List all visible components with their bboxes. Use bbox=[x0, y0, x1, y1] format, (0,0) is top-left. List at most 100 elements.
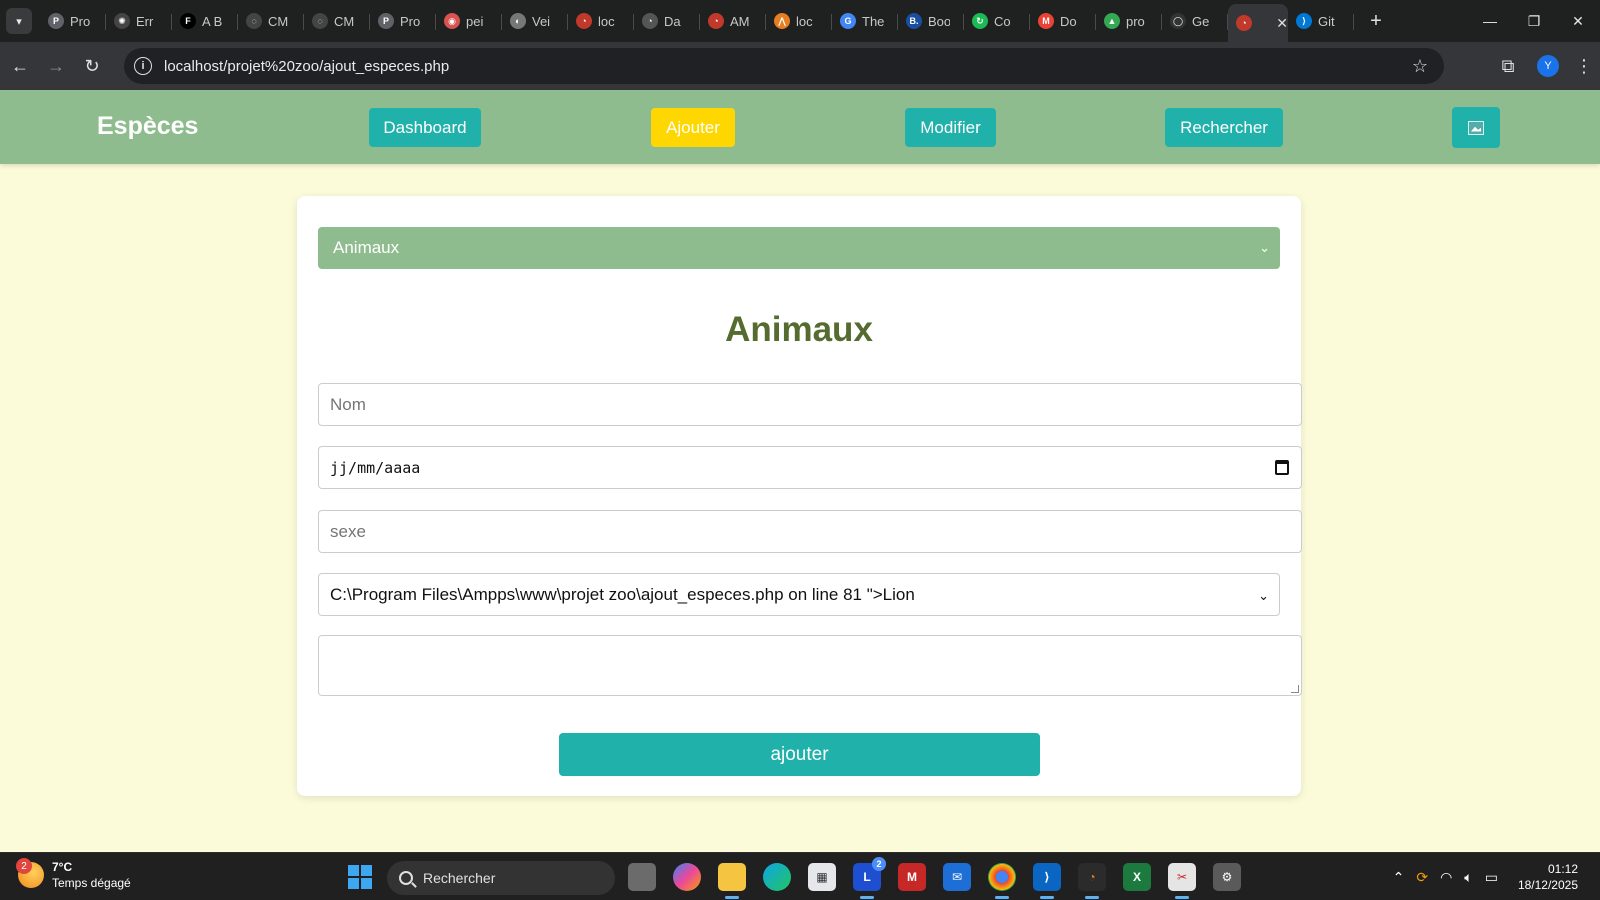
species-type-value: Animaux bbox=[333, 238, 400, 257]
tab-favicon-icon: ⟩ bbox=[1296, 13, 1312, 29]
mail-badge: 2 bbox=[872, 857, 886, 871]
resize-grip-icon[interactable] bbox=[1291, 685, 1299, 693]
close-tab-icon[interactable]: ✕ bbox=[1276, 15, 1288, 32]
species-type-select[interactable]: Animaux ⌄ bbox=[318, 227, 1280, 269]
browser-tab[interactable]: ◯ Ge bbox=[1162, 4, 1228, 38]
windows-taskbar: 2 7°C Temps dégagé Rechercher ▦ L2 M ✉ ⟩… bbox=[0, 852, 1600, 900]
browser-tab[interactable]: ◔ AM bbox=[700, 4, 766, 38]
back-arrow-icon[interactable]: ← bbox=[2, 48, 38, 84]
bookmark-star-icon[interactable]: ☆ bbox=[1412, 56, 1428, 77]
extensions-puzzle-icon[interactable]: ⧉ bbox=[1488, 56, 1528, 77]
window-controls: — ❐ ✕ bbox=[1468, 0, 1600, 42]
tab-favicon-icon: P bbox=[378, 13, 394, 29]
browser-tab-strip: ▾ P Pro ✺ Err F A B ◌ CM ◌ CM P Pro ◉ pei ◐ Vei ◔ loc ◔ Da ◔… bbox=[0, 0, 1600, 42]
url-text[interactable]: localhost/projet%20zoo/ajout_especes.php bbox=[164, 58, 449, 75]
tab-favicon-icon: M bbox=[1038, 13, 1054, 29]
enclos-select[interactable]: C:\Program Files\Ampps\www\projet zoo\aj… bbox=[318, 573, 1280, 616]
store-icon[interactable]: ▦ bbox=[808, 863, 836, 891]
tab-favicon-icon: ◐ bbox=[510, 13, 526, 29]
tab-list: P Pro ✺ Err F A B ◌ CM ◌ CM P Pro ◉ pei ◐ Vei ◔ loc ◔ Da ◔ AM… bbox=[40, 0, 1354, 42]
browser-tab[interactable]: ✺ Err bbox=[106, 4, 172, 38]
profile-avatar[interactable]: Y bbox=[1537, 55, 1559, 77]
browser-tab[interactable]: G The bbox=[832, 4, 898, 38]
ampps-icon[interactable]: ◔ bbox=[1078, 863, 1106, 899]
forward-arrow-icon[interactable]: → bbox=[38, 48, 74, 84]
browser-tab[interactable]: ◔ ✕ bbox=[1228, 4, 1288, 42]
nav-image-button[interactable] bbox=[1452, 107, 1500, 148]
new-tab-button[interactable]: + bbox=[1364, 10, 1388, 33]
tab-search-chevron-icon[interactable]: ▾ bbox=[6, 8, 32, 34]
clock[interactable]: 01:12 18/12/2025 bbox=[1518, 861, 1578, 893]
browser-tab[interactable]: ⋀ loc bbox=[766, 4, 832, 38]
browser-tab[interactable]: ⟩ Git bbox=[1288, 4, 1354, 38]
calendar-icon[interactable] bbox=[1275, 460, 1289, 475]
nav-ajouter-button[interactable]: Ajouter bbox=[651, 108, 735, 147]
tab-title: Git bbox=[1318, 13, 1335, 29]
form-title: Animaux bbox=[725, 310, 873, 349]
tab-title: Co bbox=[994, 13, 1011, 29]
ajouter-submit-button[interactable]: ajouter bbox=[559, 733, 1040, 776]
tab-title: Ge bbox=[1192, 13, 1210, 29]
windows-start-icon[interactable] bbox=[348, 865, 372, 889]
mcafee-icon[interactable]: M bbox=[898, 863, 926, 891]
edge-icon[interactable] bbox=[763, 863, 791, 891]
linkedin-icon[interactable]: L2 bbox=[853, 857, 886, 899]
nom-input[interactable]: Nom bbox=[318, 383, 1302, 426]
chrome-icon[interactable] bbox=[988, 863, 1016, 899]
browser-tab[interactable]: M Do bbox=[1030, 4, 1096, 38]
excel-icon[interactable]: X bbox=[1123, 863, 1151, 891]
temperature: 7°C bbox=[52, 860, 73, 874]
minimize-icon[interactable]: — bbox=[1468, 0, 1512, 42]
tab-title: A B bbox=[202, 13, 223, 29]
description-textarea[interactable] bbox=[318, 635, 1302, 696]
file-explorer-icon[interactable] bbox=[718, 863, 746, 899]
restore-icon[interactable]: ❐ bbox=[1512, 0, 1556, 42]
sync-icon[interactable]: ⟳ bbox=[1416, 869, 1428, 886]
wifi-icon[interactable]: ◠ bbox=[1440, 869, 1452, 886]
browser-tab[interactable]: ▲ pro bbox=[1096, 4, 1162, 38]
volume-icon[interactable]: 🔈︎ bbox=[1464, 869, 1472, 886]
close-window-icon[interactable]: ✕ bbox=[1556, 0, 1600, 42]
broken-image-icon bbox=[1468, 120, 1484, 135]
taskbar-search[interactable]: Rechercher bbox=[387, 861, 615, 895]
copilot-icon[interactable] bbox=[673, 863, 701, 891]
tab-title: CM bbox=[334, 13, 355, 29]
tab-title: CM bbox=[268, 13, 289, 29]
reload-icon[interactable]: ↻ bbox=[74, 48, 110, 84]
site-info-icon[interactable]: i bbox=[134, 57, 152, 75]
browser-menu-icon[interactable]: ⋮ bbox=[1568, 56, 1600, 77]
task-view-icon[interactable] bbox=[628, 863, 656, 891]
browser-tab[interactable]: ◔ Da bbox=[634, 4, 700, 38]
browser-tab[interactable]: ◌ CM bbox=[238, 4, 304, 38]
tab-favicon-icon: ◔ bbox=[708, 13, 724, 29]
browser-tab[interactable]: ↻ Co bbox=[964, 4, 1030, 38]
nom-placeholder: Nom bbox=[330, 394, 366, 414]
browser-tab[interactable]: ◐ Vei bbox=[502, 4, 568, 38]
outlook-icon[interactable]: ✉ bbox=[943, 863, 971, 891]
browser-tab[interactable]: P Pro bbox=[40, 4, 106, 38]
tab-title: pei bbox=[466, 13, 484, 29]
chevron-up-icon[interactable]: ⌃ bbox=[1393, 869, 1405, 886]
weather-widget[interactable]: 2 7°C Temps dégagé bbox=[16, 858, 131, 891]
sexe-input[interactable]: sexe bbox=[318, 510, 1302, 553]
browser-tab[interactable]: P Pro bbox=[370, 4, 436, 38]
browser-tab[interactable]: ◌ CM bbox=[304, 4, 370, 38]
settings-gear-icon[interactable]: ⚙ bbox=[1213, 863, 1241, 891]
clock-time: 01:12 bbox=[1547, 862, 1578, 876]
nav-dashboard-button[interactable]: Dashboard bbox=[369, 108, 481, 147]
brand-title: Espèces bbox=[97, 112, 199, 140]
tab-title: Pro bbox=[70, 13, 91, 29]
date-naissance-input[interactable]: jj/mm/aaaa bbox=[318, 446, 1302, 489]
browser-tab[interactable]: B. Boo bbox=[898, 4, 964, 38]
nav-rechercher-button[interactable]: Rechercher bbox=[1165, 108, 1283, 147]
browser-tab[interactable]: ◔ loc bbox=[568, 4, 634, 38]
browser-tab[interactable]: FA B bbox=[172, 4, 238, 38]
browser-tab[interactable]: ◉ pei bbox=[436, 4, 502, 38]
sexe-placeholder: sexe bbox=[330, 521, 366, 541]
vscode-icon[interactable]: ⟩ bbox=[1033, 863, 1061, 899]
snipping-tool-icon[interactable]: ✂ bbox=[1168, 863, 1196, 899]
nav-modifier-button[interactable]: Modifier bbox=[905, 108, 996, 147]
address-bar[interactable]: i localhost/projet%20zoo/ajout_especes.p… bbox=[124, 48, 1444, 84]
battery-icon[interactable]: ▭ bbox=[1485, 869, 1498, 886]
tab-favicon-icon: ◌ bbox=[312, 13, 328, 29]
